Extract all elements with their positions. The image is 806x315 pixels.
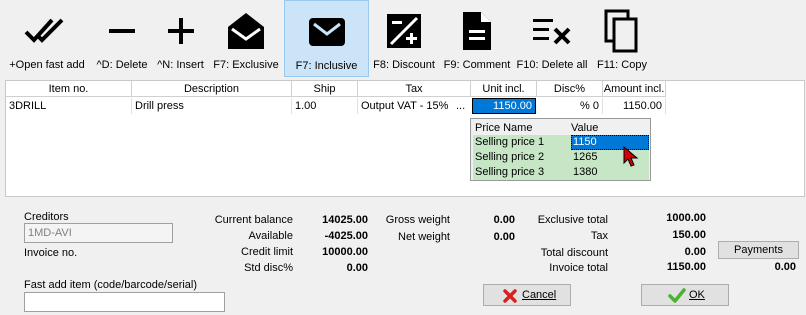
comment-button[interactable]: F9: Comment xyxy=(442,0,512,77)
price-name: Selling price 2 xyxy=(475,151,545,163)
delete-all-icon xyxy=(514,10,590,52)
gross-weight-label: Gross weight xyxy=(385,214,450,226)
invoice-lines-grid: Item no. Description Ship Tax Unit incl.… xyxy=(5,80,805,197)
col-header-amount-incl[interactable]: Amount incl. xyxy=(603,81,666,97)
delete-all-button[interactable]: F10: Delete all xyxy=(514,0,590,77)
creditors-field[interactable]: 1MD-AVI xyxy=(24,223,173,243)
col-header-disc[interactable]: Disc% xyxy=(537,81,603,97)
fast-add-input[interactable] xyxy=(24,292,225,312)
cell-disc[interactable]: % 0 xyxy=(537,98,603,114)
invoice-total-label: Invoice total xyxy=(549,262,608,274)
open-envelope-icon xyxy=(209,10,283,52)
popup-header-value: Value xyxy=(571,122,599,134)
gross-weight-value: 0.00 xyxy=(493,214,515,226)
cell-tax[interactable]: Output VAT - 15% xyxy=(358,98,458,114)
cell-description[interactable]: Drill press xyxy=(132,98,292,114)
cell-amount-incl[interactable]: 1150.00 xyxy=(603,98,666,114)
price-name: Selling price 3 xyxy=(475,166,545,178)
current-balance-value: 14025.00 xyxy=(322,214,368,226)
cell-item-no[interactable]: 3DRILL xyxy=(6,98,132,114)
credit-limit-value: 10000.00 xyxy=(322,246,368,258)
exclusive-button[interactable]: F7: Exclusive xyxy=(209,0,283,77)
price-value: 1380 xyxy=(573,166,598,178)
open-fast-add-button[interactable]: +Open fast add xyxy=(5,0,89,77)
tax-ellipsis-button[interactable]: ... xyxy=(456,98,471,114)
std-disc-label: Std disc% xyxy=(244,262,293,274)
toolbar: +Open fast add ^D: Delete ^N: Insert F7:… xyxy=(0,0,806,77)
green-check-icon xyxy=(668,288,686,307)
ok-button-label: OK xyxy=(689,289,705,301)
invoice-total-value: 1150.00 xyxy=(666,261,706,273)
tax-value: 150.00 xyxy=(672,229,706,241)
tax-label: Tax xyxy=(590,230,608,242)
cancel-button-label: Cancel xyxy=(522,289,557,301)
col-header-unit-incl[interactable]: Unit incl. xyxy=(471,81,537,97)
copy-icon xyxy=(592,9,652,53)
total-discount-label: Total discount xyxy=(540,247,608,259)
payments-button[interactable]: Payments xyxy=(718,241,799,259)
red-x-icon xyxy=(502,288,518,307)
col-header-tax[interactable]: Tax xyxy=(358,81,471,97)
invoice-no-label: Invoice no. xyxy=(24,247,78,259)
payments-value: 0.00 xyxy=(774,261,796,273)
cell-ship[interactable]: 1.00 xyxy=(292,98,358,114)
available-value: -4025.00 xyxy=(324,230,368,242)
credit-limit-label: Credit limit xyxy=(241,246,293,258)
insert-button[interactable]: ^N: Insert xyxy=(152,0,209,77)
total-discount-value: 0.00 xyxy=(684,246,706,258)
available-label: Available xyxy=(248,230,293,242)
cancel-button[interactable]: Cancel xyxy=(483,284,571,306)
price-name: Selling price 1 xyxy=(475,136,545,148)
ok-button[interactable]: OK xyxy=(641,284,729,306)
std-disc-value: 0.00 xyxy=(346,262,368,274)
plus-icon xyxy=(152,10,209,52)
popup-header-price-name: Price Name xyxy=(475,122,533,134)
discount-icon xyxy=(369,10,439,52)
col-header-description[interactable]: Description xyxy=(132,81,292,97)
net-weight-label: Net weight xyxy=(398,231,450,243)
col-header-item-no[interactable]: Item no. xyxy=(6,81,132,97)
cell-unit-incl[interactable]: 1150.00 xyxy=(472,98,536,114)
price-selection-popup: Price Name Value Selling price 1 1150 Se… xyxy=(470,118,651,181)
mouse-cursor-icon xyxy=(623,146,639,167)
current-balance-label: Current balance xyxy=(214,214,293,226)
inclusive-button[interactable]: F7: Inclusive xyxy=(284,0,369,77)
col-header-ship[interactable]: Ship xyxy=(292,81,358,97)
double-check-icon xyxy=(5,10,89,52)
envelope-icon xyxy=(285,11,368,53)
discount-button[interactable]: F8: Discount xyxy=(369,0,439,77)
net-weight-value: 0.00 xyxy=(493,231,515,243)
document-icon xyxy=(442,10,512,52)
copy-button[interactable]: F11: Copy xyxy=(592,0,652,77)
minus-icon xyxy=(92,10,152,52)
fast-add-label: Fast add item (code/barcode/serial) xyxy=(24,279,198,291)
price-value: 1265 xyxy=(573,151,598,163)
creditors-label: Creditors xyxy=(24,211,69,223)
exclusive-total-value: 1000.00 xyxy=(666,212,706,224)
exclusive-total-label: Exclusive total xyxy=(537,214,608,226)
delete-button[interactable]: ^D: Delete xyxy=(92,0,152,77)
